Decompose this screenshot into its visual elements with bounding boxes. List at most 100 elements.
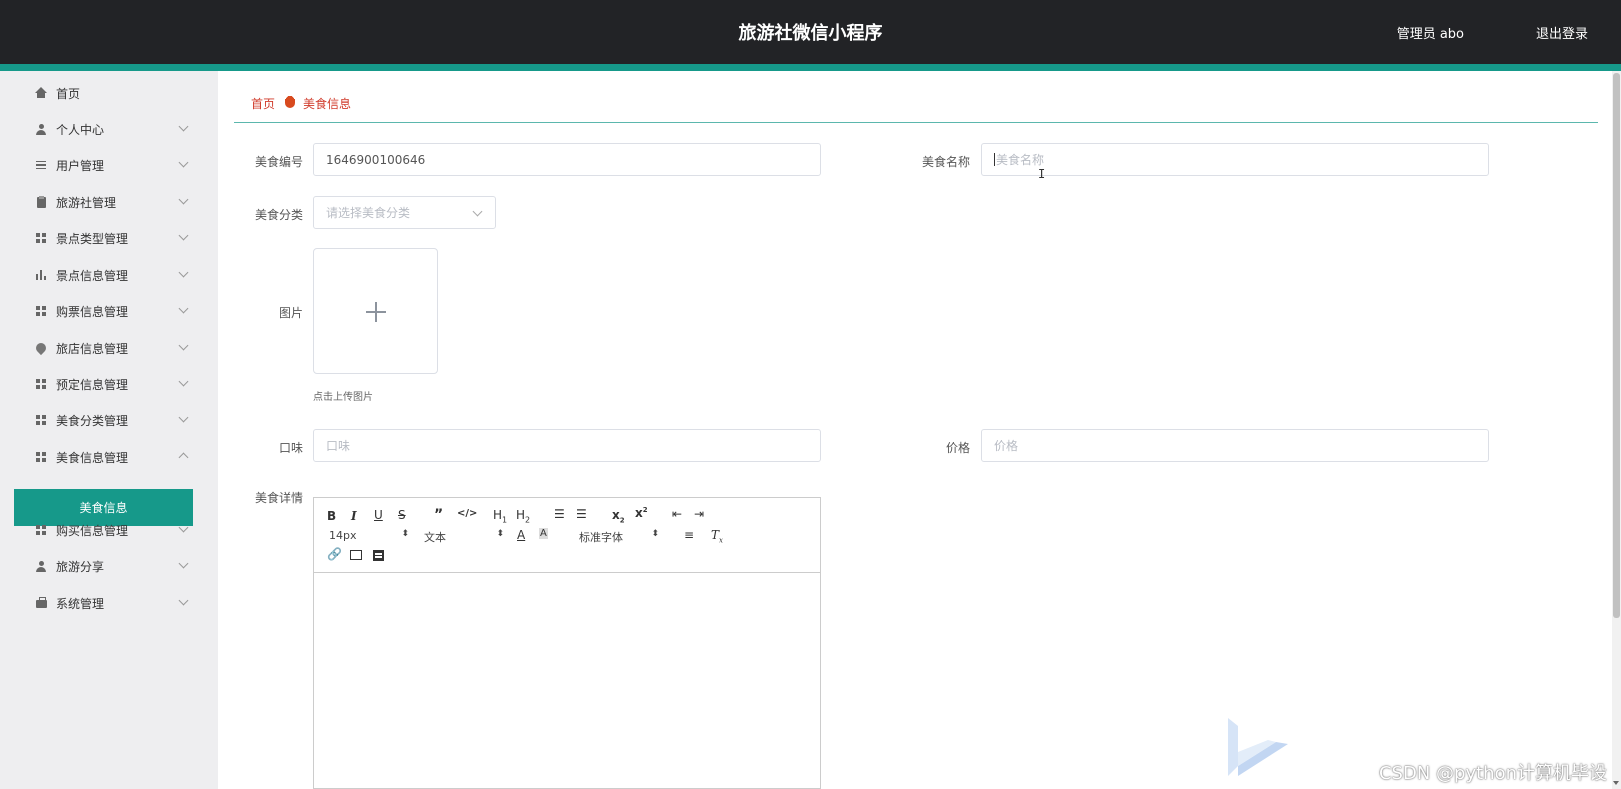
chevron-up-icon: [178, 452, 189, 463]
editor-toolbar: B I U S ” </> H1 H2 ☰ ☰ x2 x2 ⇤ ⇥ 14px ⬍…: [314, 498, 820, 573]
upload-tip: 点击上传图片: [313, 392, 373, 403]
category-select[interactable]: 请选择美食分类: [313, 196, 496, 229]
admin-name: 管理员 abo: [1396, 27, 1464, 42]
video-icon[interactable]: [373, 550, 384, 561]
subscript-icon[interactable]: x2: [612, 508, 625, 524]
grid-icon: [35, 451, 47, 463]
clear-format-icon[interactable]: Tx: [711, 528, 723, 544]
food-id-input[interactable]: 1646900100646: [313, 143, 821, 176]
price-placeholder: 价格: [994, 439, 1019, 453]
bullet-list-icon[interactable]: ☰: [576, 507, 587, 521]
align-left-icon[interactable]: ≡: [684, 528, 694, 542]
chevron-down-icon: [178, 340, 189, 351]
strikethrough-icon[interactable]: S: [398, 508, 406, 522]
sidebar-item-label: 首页: [56, 86, 81, 101]
sidebar-item-label: 用户管理: [56, 158, 105, 173]
rich-text-editor: B I U S ” </> H1 H2 ☰ ☰ x2 x2 ⇤ ⇥ 14px ⬍…: [313, 497, 821, 789]
sidebar-item-ticket-management[interactable]: 购票信息管理: [0, 293, 193, 329]
details-label: 美食详情: [254, 491, 303, 505]
scroll-down-arrow-icon[interactable]: [1613, 781, 1619, 785]
updown-icon: ⬍: [401, 529, 409, 539]
header-accent-bar: [0, 64, 1621, 71]
font-size-select[interactable]: 14px ⬍: [329, 529, 409, 542]
sidebar-item-label: 旅店信息管理: [56, 341, 129, 356]
font-size-value: 14px: [329, 529, 357, 542]
updown-icon: ⬍: [651, 529, 659, 539]
app-title: 旅游社微信小程序: [738, 23, 883, 44]
watermark-logo-icon: [1228, 718, 1288, 776]
sidebar-item-label: 购票信息管理: [56, 304, 129, 319]
logout-link[interactable]: 退出登录: [1536, 23, 1588, 42]
page-scrollbar[interactable]: [1612, 71, 1621, 789]
sidebar-item-food-category-management[interactable]: 美食分类管理: [0, 402, 193, 438]
chevron-down-icon: [178, 522, 189, 533]
text-color-icon[interactable]: A: [517, 528, 525, 542]
sidebar-item-agency-management[interactable]: 旅游社管理: [0, 184, 193, 220]
sidebar-item-label: 购买信息管理: [56, 523, 129, 538]
sidebar-item-label: 预定信息管理: [56, 377, 129, 392]
indent-icon[interactable]: ⇥: [694, 507, 704, 521]
sidebar-item-label: 景点类型管理: [56, 231, 129, 246]
code-block-icon[interactable]: </>: [457, 508, 477, 519]
sidebar-item-food-info-management[interactable]: 美食信息管理: [0, 439, 193, 475]
scrollbar-thumb[interactable]: [1613, 73, 1620, 618]
grid-icon: [35, 414, 47, 426]
sidebar-item-home[interactable]: 首页: [0, 75, 193, 111]
grid-9-icon: [35, 378, 47, 390]
superscript-icon[interactable]: x2: [635, 506, 648, 520]
sidebar-item-purchase-management[interactable]: 购买信息管理: [0, 512, 193, 548]
plus-icon-vertical: [375, 302, 377, 322]
list-icon: [35, 159, 47, 171]
taste-input[interactable]: 口味: [313, 429, 821, 462]
grid-icon: [35, 524, 47, 536]
grid-icon: [35, 305, 47, 317]
sidebar-item-label: 系统管理: [56, 596, 105, 611]
image-icon[interactable]: [350, 550, 362, 560]
italic-icon[interactable]: I: [351, 509, 357, 523]
sidebar-item-booking-management[interactable]: 预定信息管理: [0, 366, 193, 402]
link-icon[interactable]: 🔗: [327, 547, 342, 561]
background-color-icon[interactable]: A: [539, 528, 548, 539]
price-input[interactable]: 价格: [981, 429, 1489, 462]
sidebar-item-travel-share[interactable]: 旅游分享: [0, 548, 193, 584]
sidebar-item-label: 美食分类管理: [56, 413, 129, 428]
editor-content-area[interactable]: [314, 573, 820, 788]
heading-2-icon[interactable]: H2: [516, 508, 530, 524]
chevron-down-icon: [178, 194, 189, 205]
clipboard-icon: [35, 195, 47, 208]
font-family-select[interactable]: 标准字体 ⬍: [579, 529, 659, 545]
bar-chart-icon: [35, 269, 47, 281]
food-id-label: 美食编号: [254, 155, 303, 169]
taste-placeholder: 口味: [326, 439, 351, 453]
breadcrumb-home[interactable]: 首页: [251, 95, 275, 112]
sidebar-item-personal-center[interactable]: 个人中心: [0, 111, 193, 147]
heading-1-icon[interactable]: H1: [493, 508, 507, 524]
food-name-input[interactable]: 美食名称: [981, 143, 1489, 176]
chevron-down-icon: [178, 230, 189, 241]
food-name-label: 美食名称: [921, 155, 970, 169]
image-upload-box[interactable]: [313, 248, 438, 374]
sidebar-item-scenic-type-management[interactable]: 景点类型管理: [0, 220, 193, 256]
user-icon: [35, 560, 47, 572]
bold-icon[interactable]: B: [327, 509, 336, 523]
font-family-value: 标准字体: [579, 531, 623, 544]
chevron-down-icon: [178, 267, 189, 278]
sidebar-item-scenic-info-management[interactable]: 景点信息管理: [0, 257, 193, 293]
sidebar: 首页 个人中心 用户管理 旅游社管理 景点类型管理 景点信息管理 购票信息管理 …: [0, 71, 218, 789]
text-style-select[interactable]: 文本 ⬍: [424, 529, 504, 545]
top-header: 旅游社微信小程序 管理员 abo 退出登录: [0, 0, 1621, 64]
blockquote-icon[interactable]: ”: [434, 507, 443, 523]
category-label: 美食分类: [254, 208, 303, 222]
chevron-down-icon: [178, 303, 189, 314]
chevron-down-icon: [472, 206, 483, 217]
sidebar-item-system-management[interactable]: 系统管理: [0, 585, 193, 621]
briefcase-icon: [35, 597, 47, 609]
price-label: 价格: [945, 441, 970, 455]
sidebar-item-user-management[interactable]: 用户管理: [0, 147, 193, 183]
sidebar-item-hotel-management[interactable]: 旅店信息管理: [0, 330, 193, 366]
underline-icon[interactable]: U: [374, 508, 383, 522]
outdent-icon[interactable]: ⇤: [672, 507, 682, 521]
text-style-value: 文本: [424, 531, 446, 544]
ordered-list-icon[interactable]: ☰: [554, 507, 565, 521]
updown-icon: ⬍: [496, 529, 504, 539]
